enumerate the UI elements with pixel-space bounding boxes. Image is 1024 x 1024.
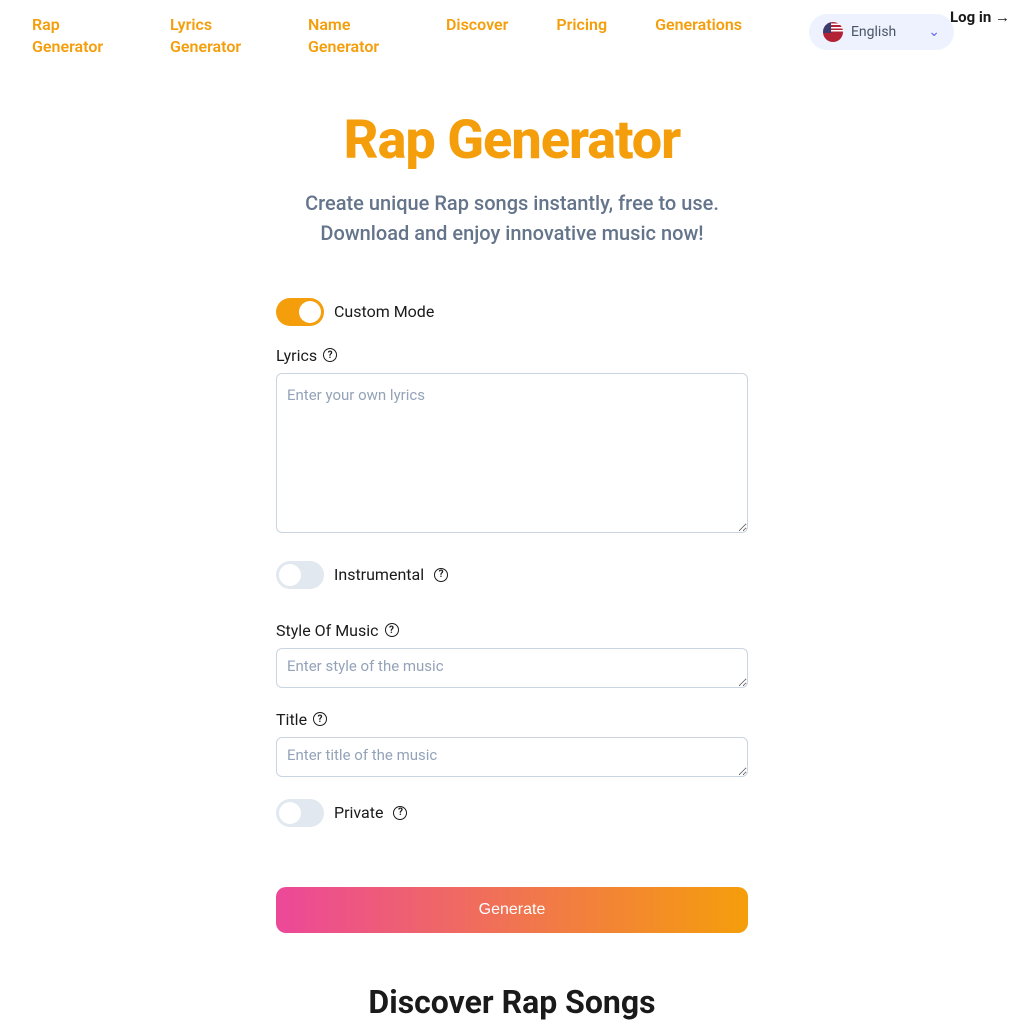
lyrics-label: Lyrics ?: [276, 346, 748, 365]
hero-subtitle-1: Create unique Rap songs instantly, free …: [20, 188, 1004, 218]
style-label-text: Style Of Music: [276, 621, 379, 640]
language-label: English: [851, 24, 896, 40]
title-label: Title ?: [276, 710, 748, 729]
generate-button[interactable]: Generate: [276, 887, 748, 933]
custom-mode-label: Custom Mode: [334, 302, 434, 321]
language-selector[interactable]: English ⌄: [809, 14, 954, 50]
nav-rap-generator[interactable]: Rap Generator: [32, 14, 122, 59]
generator-form: Custom Mode Lyrics ? Instrumental ? Styl…: [256, 298, 768, 933]
nav-discover[interactable]: Discover: [446, 14, 508, 36]
top-nav: Rap Generator Lyrics Generator Name Gene…: [0, 0, 1024, 73]
style-label: Style Of Music ?: [276, 621, 748, 640]
title-input[interactable]: [276, 737, 748, 777]
private-toggle[interactable]: [276, 799, 324, 827]
custom-mode-row: Custom Mode: [276, 298, 748, 326]
instrumental-label: Instrumental: [334, 565, 424, 584]
help-icon[interactable]: ?: [434, 568, 448, 582]
login-link[interactable]: Log in →: [950, 6, 1010, 29]
private-row: Private ?: [276, 799, 748, 827]
hero: Rap Generator Create unique Rap songs in…: [0, 73, 1024, 268]
custom-mode-toggle[interactable]: [276, 298, 324, 326]
nav-name-generator[interactable]: Name Generator: [308, 14, 398, 59]
nav-lyrics-generator[interactable]: Lyrics Generator: [170, 14, 260, 59]
instrumental-toggle[interactable]: [276, 561, 324, 589]
help-icon[interactable]: ?: [313, 712, 327, 726]
toggle-knob: [299, 301, 321, 323]
toggle-knob: [279, 802, 301, 824]
style-input[interactable]: [276, 648, 748, 688]
instrumental-row: Instrumental ?: [276, 561, 748, 589]
title-label-text: Title: [276, 710, 307, 729]
page-title: Rap Generator: [20, 109, 1004, 172]
help-icon[interactable]: ?: [393, 806, 407, 820]
nav-pricing[interactable]: Pricing: [556, 14, 607, 36]
flag-icon: [823, 22, 843, 42]
chevron-down-icon: ⌄: [928, 24, 940, 40]
lyrics-input[interactable]: [276, 373, 748, 533]
help-icon[interactable]: ?: [323, 348, 337, 362]
help-icon[interactable]: ?: [385, 623, 399, 637]
toggle-knob: [279, 564, 301, 586]
lyrics-label-text: Lyrics: [276, 346, 317, 365]
discover-title: Discover Rap Songs: [0, 983, 1024, 1021]
private-label: Private: [334, 803, 383, 822]
nav-generations[interactable]: Generations: [655, 14, 742, 36]
hero-subtitle-2: Download and enjoy innovative music now!: [20, 218, 1004, 248]
